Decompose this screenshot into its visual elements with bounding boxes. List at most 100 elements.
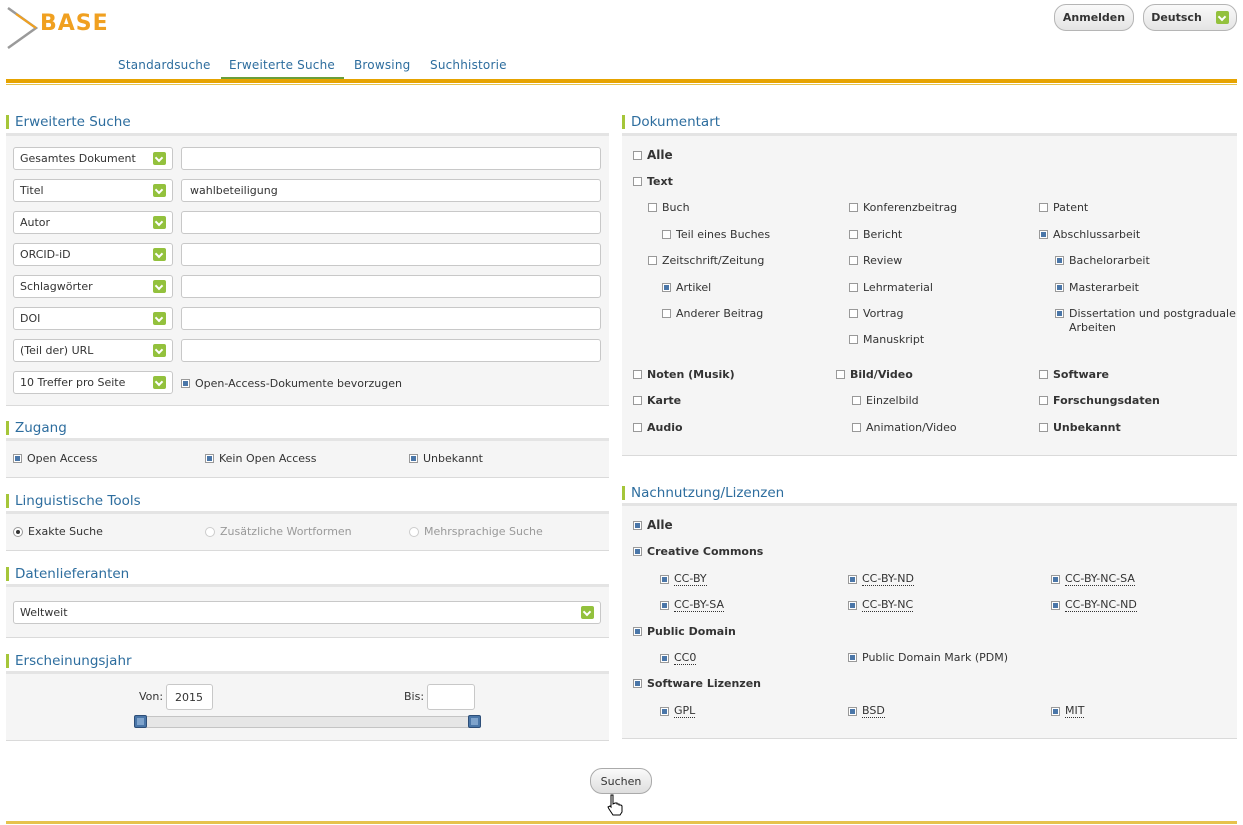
dok-forschungsdaten[interactable]: Forschungsdaten [1039,394,1160,407]
search-input-2[interactable]: wahlbeteiligung [181,179,601,202]
checkbox[interactable] [848,600,857,610]
dok-bachelorarbeit[interactable]: Bachelorarbeit [1055,254,1150,267]
checkbox[interactable] [633,547,642,556]
field-select-3[interactable]: Autor [13,211,173,234]
radio[interactable] [205,526,215,537]
checkbox[interactable] [849,335,858,344]
checkbox[interactable] [662,283,671,292]
lic-cc-by-nc-sa[interactable]: CC-BY-NC-SA [1051,572,1135,586]
checkbox[interactable] [633,679,642,688]
checkbox[interactable] [836,370,845,379]
lic-alle[interactable]: Alle [633,518,673,532]
checkbox[interactable] [1039,370,1048,379]
dok-animation[interactable]: Animation/Video [852,421,957,434]
dok-software[interactable]: Software [1039,368,1109,381]
dok-bild-video[interactable]: Bild/Video [836,368,913,381]
lic-cc-by-nc-nd[interactable]: CC-BY-NC-ND [1051,598,1137,612]
checkbox[interactable] [1039,203,1048,212]
checkbox[interactable] [1039,396,1048,405]
ling-exakte-suche[interactable]: Exakte Suche [13,525,103,538]
year-from-input[interactable]: 2015 [166,684,213,710]
checkbox[interactable] [848,574,857,584]
zugang-open-access[interactable]: Open Access [13,452,98,465]
dok-noten[interactable]: Noten (Musik) [633,368,735,381]
dok-artikel[interactable]: Artikel [662,281,711,294]
field-select-4[interactable]: ORCID-iD [13,243,173,266]
dok-dissertation[interactable]: Dissertation und postgraduale Arbeiten [1055,307,1236,334]
dok-karte[interactable]: Karte [633,394,681,407]
checkbox[interactable] [852,423,861,432]
field-select-6[interactable]: DOI [13,307,173,330]
checkbox[interactable] [648,256,657,265]
checkbox[interactable] [849,230,858,239]
logo-text[interactable]: BASE [40,11,109,36]
search-input-3[interactable] [181,211,601,234]
checkbox[interactable] [849,256,858,265]
checkbox[interactable] [848,653,857,662]
dok-manuskript[interactable]: Manuskript [849,333,924,346]
ling-zusaetzliche-wortformen[interactable]: Zusätzliche Wortformen [205,525,352,538]
checkbox[interactable] [660,653,669,663]
oa-prefer-checkbox[interactable] [181,379,190,388]
checkbox[interactable] [1051,706,1060,716]
checkbox[interactable] [1051,574,1060,584]
checkbox[interactable] [852,396,861,405]
checkbox[interactable] [660,600,669,610]
hits-per-page-select[interactable]: 10 Treffer pro Seite [13,371,173,394]
lic-public-domain[interactable]: Public Domain [633,625,736,638]
checkbox[interactable] [848,706,857,716]
lic-cc-by[interactable]: CC-BY [660,572,707,586]
search-input-1[interactable] [181,147,601,170]
lic-cc-by-sa[interactable]: CC-BY-SA [660,598,724,612]
checkbox[interactable] [849,203,858,212]
dok-teil-eines-buches[interactable]: Teil eines Buches [662,228,770,241]
lic-creative-commons[interactable]: Creative Commons [633,545,763,558]
checkbox[interactable] [849,309,858,318]
slider-handle-min[interactable] [134,715,147,728]
language-select[interactable]: Deutsch [1143,4,1237,31]
search-input-5[interactable] [181,275,601,298]
checkbox[interactable] [633,370,642,379]
radio[interactable] [409,526,419,537]
search-input-7[interactable] [181,339,601,362]
tab-browsing[interactable]: Browsing [354,58,410,72]
checkbox[interactable] [1055,256,1064,265]
zugang-unbekannt[interactable]: Unbekannt [409,452,483,465]
dok-masterarbeit[interactable]: Masterarbeit [1055,281,1139,294]
dok-zeitschrift[interactable]: Zeitschrift/Zeitung [648,254,764,267]
zugang-kein-open-access[interactable]: Kein Open Access [205,452,317,465]
dok-text[interactable]: Text [633,175,673,188]
oa-prefer-option[interactable]: Open-Access-Dokumente bevorzugen [181,377,402,390]
checkbox[interactable] [849,283,858,292]
dok-vortrag[interactable]: Vortrag [849,307,903,320]
checkbox[interactable] [633,423,642,432]
tab-erweiterte-suche[interactable]: Erweiterte Suche [229,58,335,72]
login-button[interactable]: Anmelden [1054,4,1134,31]
lic-cc-by-nd[interactable]: CC-BY-ND [848,572,914,586]
field-select-1[interactable]: Gesamtes Dokument [13,147,173,170]
lic-pdm[interactable]: Public Domain Mark (PDM) [848,651,1008,664]
dok-konferenzbeitrag[interactable]: Konferenzbeitrag [849,201,957,214]
dok-alle[interactable]: Alle [633,148,673,162]
year-range-slider[interactable] [140,716,481,728]
year-to-input[interactable] [427,684,475,710]
field-select-2[interactable]: Titel [13,179,173,202]
lic-bsd[interactable]: BSD [848,704,885,718]
tab-suchhistorie[interactable]: Suchhistorie [430,58,507,72]
field-select-5[interactable]: Schlagwörter [13,275,173,298]
checkbox[interactable] [409,454,418,463]
search-input-4[interactable] [181,243,601,266]
dok-bericht[interactable]: Bericht [849,228,902,241]
checkbox[interactable] [1055,283,1064,292]
checkbox[interactable] [1055,309,1064,318]
radio[interactable] [13,526,23,537]
tab-standardsuche[interactable]: Standardsuche [118,58,211,72]
dok-unbekannt[interactable]: Unbekannt [1039,421,1121,434]
checkbox[interactable] [662,230,671,239]
checkbox[interactable] [633,150,642,160]
checkbox[interactable] [1051,600,1060,610]
checkbox[interactable] [633,177,642,186]
checkbox[interactable] [633,396,642,405]
checkbox[interactable] [1039,423,1048,432]
checkbox[interactable] [205,454,214,463]
